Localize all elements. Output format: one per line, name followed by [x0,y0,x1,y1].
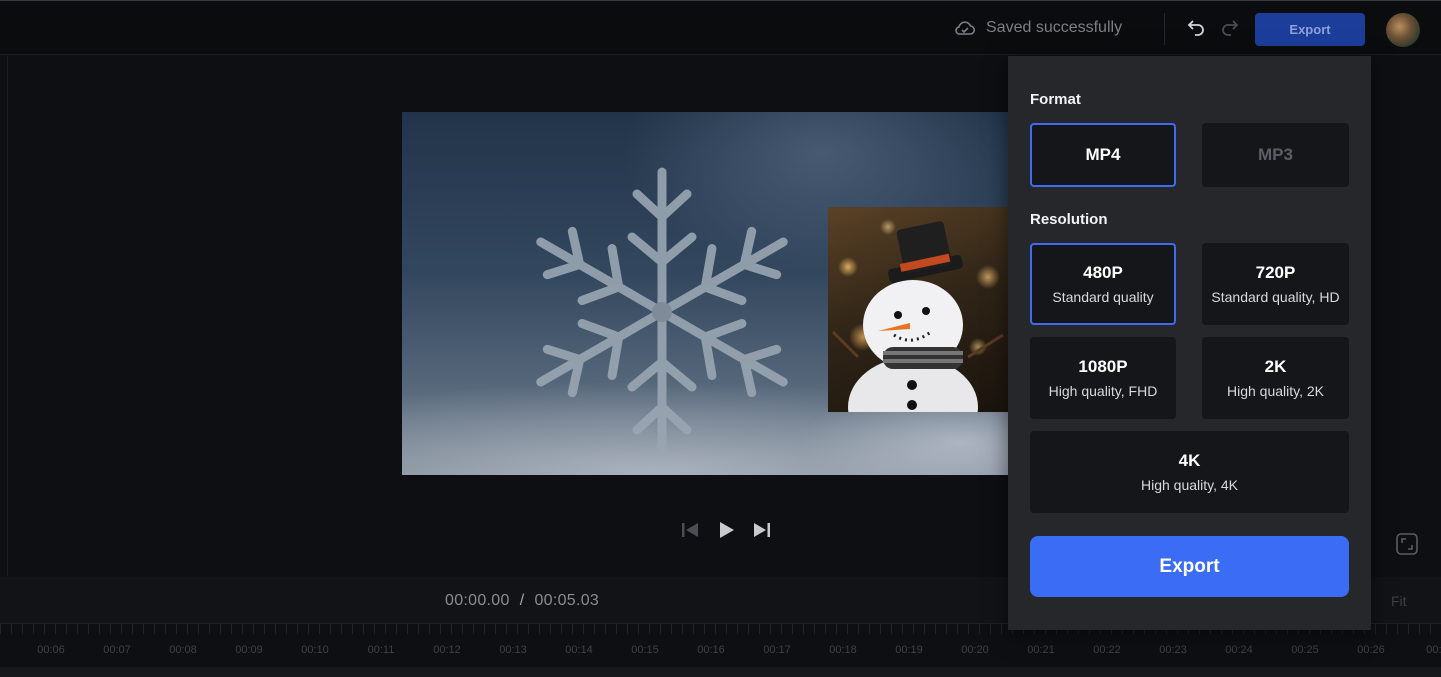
time-separator: / [519,592,525,609]
video-preview[interactable] [402,112,1008,475]
resolution-description: High quality, 2K [1226,383,1324,399]
timeline-track-strip [0,667,1441,677]
ruler-tick-label: 00:08 [169,644,197,656]
redo-button[interactable] [1220,17,1240,42]
ruler-tick-label: 00:07 [103,644,131,656]
ruler-tick-label: 00:14 [565,644,593,656]
ruler-tick-label: 00:26 [1357,644,1385,656]
avatar[interactable] [1386,13,1420,47]
resolution-label: 2K [1264,357,1287,376]
toolbar-divider [1164,13,1165,45]
play-icon[interactable] [716,520,736,540]
ruler-tick-label: 00:11 [367,644,395,656]
ruler-tick-label: 00:25 [1291,644,1319,656]
timecode: 00:00.00 / 00:05.03 [445,592,599,610]
top-bar: Saved successfully Export [0,0,1441,55]
undo-button[interactable] [1186,17,1206,42]
resolution-description: Standard quality [1052,289,1154,305]
resolution-label: 480P [1083,263,1123,282]
total-duration: 00:05.03 [534,592,600,609]
export-panel: Format MP4 MP3 Resolution 480P Standard … [1008,56,1371,630]
ruler-tick-label: 00:2 [1426,644,1441,656]
resolution-option-480p[interactable]: 480P Standard quality [1030,243,1176,325]
format-label: MP3 [1258,145,1293,164]
resolution-description: High quality, 4K [1140,477,1238,493]
format-title: Format [1030,91,1081,108]
ruler-tick-label: 00:24 [1225,644,1253,656]
ruler-tick-label: 00:10 [301,644,329,656]
ruler-tick-label: 00:16 [697,644,725,656]
skip-back-icon[interactable] [680,520,700,540]
resolution-label: 4K [1178,451,1201,470]
resolution-description: Standard quality, HD [1211,289,1340,305]
format-option-mp3[interactable]: MP3 [1202,123,1349,187]
left-edge-divider [7,56,8,576]
ruler-tick-label: 00:15 [631,644,659,656]
resolution-option-720p[interactable]: 720P Standard quality, HD [1202,243,1349,325]
resolution-title: Resolution [1030,211,1108,228]
resolution-label: 1080P [1078,357,1128,376]
save-status-text: Saved successfully [986,19,1123,36]
format-option-mp4[interactable]: MP4 [1030,123,1176,187]
save-status: Saved successfully [954,19,1122,37]
ruler-tick-label: 00:09 [235,644,263,656]
snowman-overlay-image[interactable] [828,207,1008,412]
ruler-tick-label: 00:18 [829,644,857,656]
redo-icon [1222,20,1239,36]
fullscreen-button[interactable] [1396,533,1418,560]
ruler-tick-label: 00:23 [1159,644,1187,656]
resolution-option-1080p[interactable]: 1080P High quality, FHD [1030,337,1176,419]
resolution-option-4k[interactable]: 4K High quality, 4K [1030,431,1349,513]
top-export-button[interactable]: Export [1255,13,1365,46]
format-label: MP4 [1085,145,1121,164]
ruler-tick-label: 00:20 [961,644,989,656]
export-button[interactable]: Export [1030,536,1349,597]
snowman-icon [831,221,1004,412]
ruler-tick-label: 00:21 [1027,644,1055,656]
ruler-tick-label: 00:12 [433,644,461,656]
playback-controls [680,520,772,540]
fit-button[interactable]: Fit [1391,593,1407,609]
ruler-tick-label: 00:22 [1093,644,1121,656]
resolution-option-2k[interactable]: 2K High quality, 2K [1202,337,1349,419]
ruler-tick-label: 00:13 [499,644,527,656]
fullscreen-icon [1396,533,1418,555]
undo-icon [1187,20,1204,36]
skip-forward-icon[interactable] [752,520,772,540]
resolution-description: High quality, FHD [1048,383,1158,399]
resolution-label: 720P [1255,263,1296,282]
snowflake-image [512,167,812,462]
ruler-tick-label: 00:17 [763,644,791,656]
ruler-tick-label: 00:06 [37,644,65,656]
current-time: 00:00.00 [445,592,510,609]
cloud-check-icon [955,21,976,35]
ruler-tick-label: 00:19 [895,644,923,656]
